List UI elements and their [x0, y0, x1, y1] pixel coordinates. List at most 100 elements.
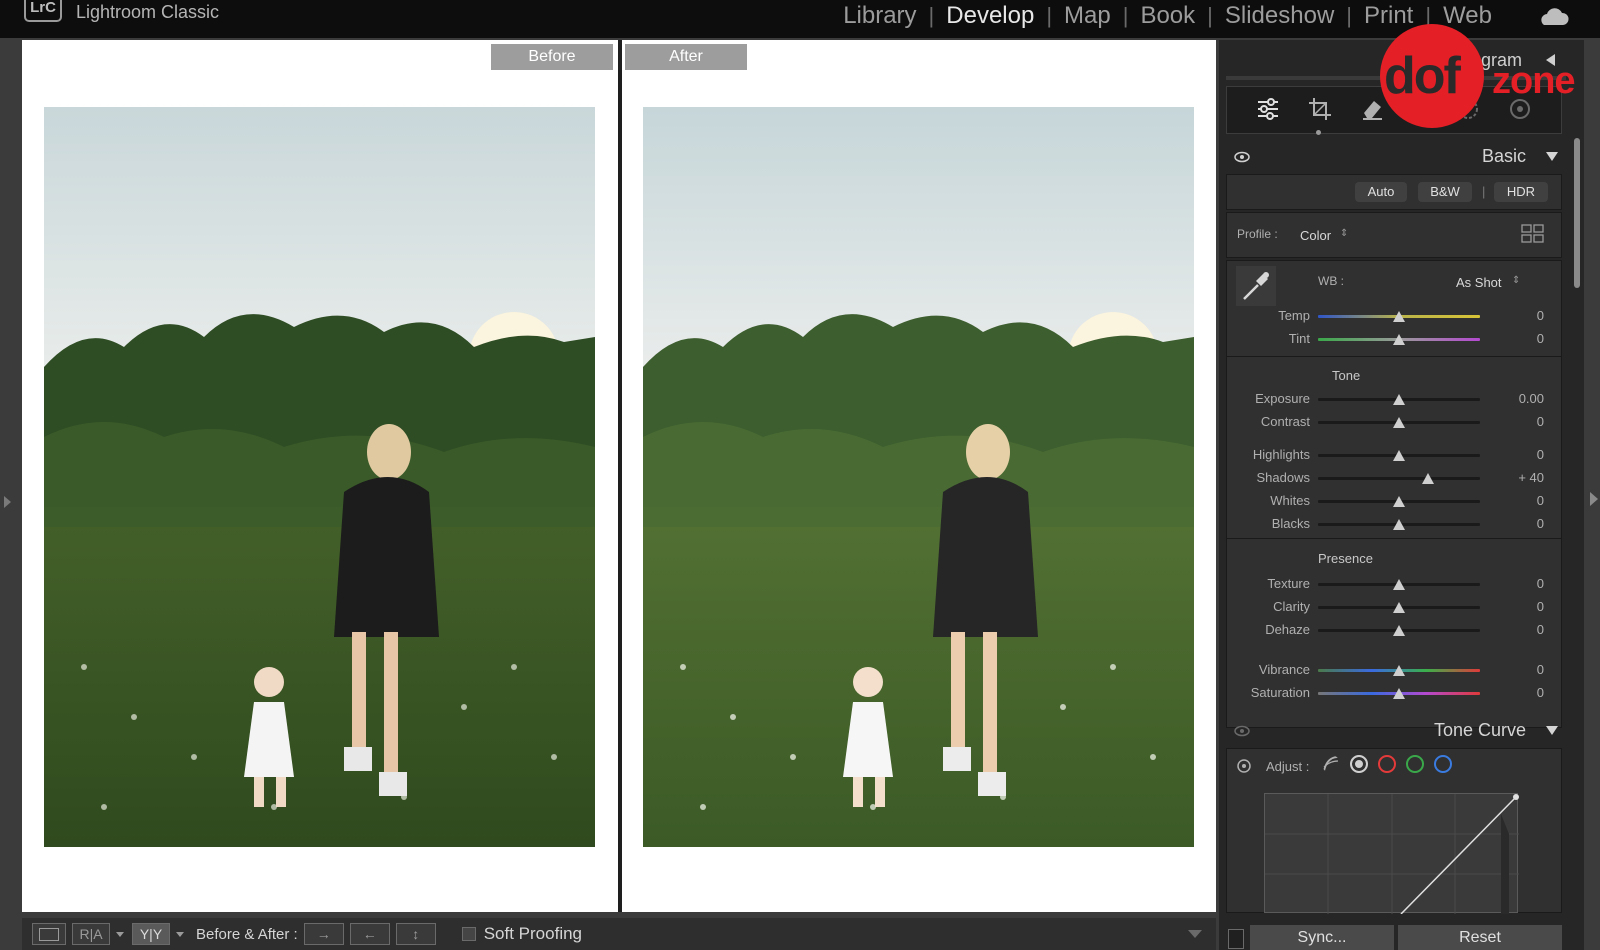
- texture-slider-thumb[interactable]: [1393, 579, 1405, 590]
- dehaze-label: Dehaze: [1265, 622, 1310, 637]
- treatment-separator: |: [1482, 184, 1486, 199]
- highlights-value[interactable]: 0: [1494, 447, 1544, 462]
- tint-value[interactable]: 0: [1494, 331, 1544, 346]
- wb-stepper-icon[interactable]: ⇕: [1512, 275, 1520, 286]
- panel-scrollbar[interactable]: [1574, 138, 1580, 288]
- reset-button[interactable]: Reset: [1398, 925, 1562, 950]
- profile-stepper-icon[interactable]: ⇕: [1340, 228, 1348, 239]
- temp-label: Temp: [1278, 308, 1310, 323]
- blacks-value[interactable]: 0: [1494, 516, 1544, 531]
- before-after-viewer: Before After: [22, 40, 1216, 912]
- red-channel-icon[interactable]: [1378, 755, 1396, 773]
- after-photo: [643, 107, 1194, 847]
- left-panel-toggle-icon[interactable]: [4, 496, 11, 508]
- green-channel-icon[interactable]: [1406, 755, 1424, 773]
- section-divider: [1226, 538, 1562, 539]
- tone-group-label: Tone: [1332, 368, 1361, 383]
- tone-curve-line: [1265, 794, 1519, 915]
- presence-group-label: Presence: [1318, 551, 1373, 566]
- wb-value[interactable]: As Shot: [1456, 275, 1502, 290]
- texture-value[interactable]: 0: [1494, 576, 1544, 591]
- eyedropper-icon[interactable]: [1236, 266, 1276, 306]
- auto-sync-toggle[interactable]: [1228, 929, 1244, 949]
- copy-after-to-before-button[interactable]: ←: [349, 923, 390, 945]
- before-after-left-right-button[interactable]: R|A: [72, 923, 110, 945]
- soft-proofing-label: Soft Proofing: [483, 924, 582, 943]
- vibrance-value[interactable]: 0: [1494, 662, 1544, 677]
- shadows-value[interactable]: + 40: [1494, 470, 1544, 485]
- contrast-label: Contrast: [1260, 414, 1310, 429]
- crop-icon[interactable]: [1307, 96, 1333, 122]
- module-map[interactable]: Map: [1064, 2, 1111, 30]
- module-separator: |: [928, 3, 935, 28]
- module-develop[interactable]: Develop: [946, 2, 1034, 30]
- profile-value[interactable]: Color: [1300, 228, 1331, 243]
- profile-browser-grid-icon[interactable]: [1521, 224, 1545, 244]
- before-after-label: Before & After :: [196, 925, 298, 943]
- top-bar: LrC Lightroom Classic Library | Develop …: [0, 0, 1600, 38]
- vibrance-slider-thumb[interactable]: [1393, 665, 1405, 676]
- contrast-slider-thumb[interactable]: [1393, 417, 1405, 428]
- saturation-slider-thumb[interactable]: [1393, 688, 1405, 699]
- auto-button[interactable]: Auto: [1355, 182, 1407, 202]
- eye-icon[interactable]: [1234, 150, 1250, 164]
- shadows-slider-track[interactable]: [1318, 477, 1480, 480]
- app-logo: LrC: [24, 0, 62, 22]
- tone-curve-collapse-caret-icon[interactable]: [1546, 726, 1558, 735]
- clarity-value[interactable]: 0: [1494, 599, 1544, 614]
- bw-button[interactable]: B&W: [1418, 182, 1472, 202]
- basic-section-header[interactable]: Basic: [1226, 142, 1566, 172]
- blue-channel-icon[interactable]: [1434, 755, 1452, 773]
- temp-slider-thumb[interactable]: [1393, 311, 1405, 322]
- swap-before-after-button[interactable]: ↕: [395, 923, 436, 945]
- edit-sliders-icon[interactable]: [1255, 96, 1281, 122]
- right-panel-toggle-icon[interactable]: [1590, 492, 1598, 506]
- contrast-value[interactable]: 0: [1494, 414, 1544, 429]
- basic-collapse-caret-icon[interactable]: [1546, 152, 1558, 161]
- dehaze-slider-thumb[interactable]: [1393, 625, 1405, 636]
- module-book[interactable]: Book: [1140, 2, 1195, 30]
- module-library[interactable]: Library: [843, 2, 916, 30]
- blacks-slider-thumb[interactable]: [1393, 519, 1405, 530]
- view-mode-dropdown-caret[interactable]: [116, 931, 124, 937]
- viewer-divider: [618, 40, 622, 912]
- exposure-slider-thumb[interactable]: [1393, 394, 1405, 405]
- wb-label: WB :: [1318, 274, 1344, 288]
- texture-label: Texture: [1267, 576, 1310, 591]
- before-photo: [44, 107, 595, 847]
- copy-before-to-after-button[interactable]: →: [303, 923, 344, 945]
- clarity-slider-thumb[interactable]: [1393, 602, 1405, 613]
- tone-curve-section-title: Tone Curve: [1433, 720, 1526, 740]
- shadows-slider-thumb[interactable]: [1422, 473, 1435, 484]
- temp-value[interactable]: 0: [1494, 308, 1544, 323]
- eye-icon[interactable]: [1234, 724, 1250, 738]
- app-name: Lightroom Classic: [76, 2, 220, 22]
- parametric-curve-icon[interactable]: [1322, 755, 1340, 773]
- sync-button[interactable]: Sync...: [1250, 925, 1394, 950]
- tone-curve-section-header[interactable]: Tone Curve: [1226, 716, 1566, 746]
- highlights-label: Highlights: [1252, 447, 1310, 462]
- dehaze-value[interactable]: 0: [1494, 622, 1544, 637]
- profile-label: Profile :: [1237, 227, 1278, 241]
- tone-curve-graph[interactable]: [1264, 793, 1519, 915]
- tint-slider-thumb[interactable]: [1393, 334, 1405, 345]
- split-mode-dropdown-caret[interactable]: [176, 931, 184, 937]
- hdr-button[interactable]: HDR: [1494, 182, 1548, 202]
- watermark-dof-text: dof: [1384, 47, 1461, 105]
- module-slideshow[interactable]: Slideshow: [1225, 2, 1334, 30]
- exposure-value[interactable]: 0.00: [1494, 391, 1544, 406]
- point-curve-white-icon[interactable]: [1350, 755, 1368, 773]
- vibrance-label: Vibrance: [1258, 662, 1310, 677]
- saturation-value[interactable]: 0: [1494, 685, 1544, 700]
- exposure-label: Exposure: [1255, 391, 1310, 406]
- whites-value[interactable]: 0: [1494, 493, 1544, 508]
- whites-slider-thumb[interactable]: [1393, 496, 1405, 507]
- soft-proofing-checkbox[interactable]: [461, 927, 476, 941]
- blacks-label: Blacks: [1271, 516, 1310, 531]
- loupe-view-button[interactable]: [32, 923, 66, 945]
- before-after-split-button[interactable]: Y|Y: [132, 923, 170, 945]
- adjust-label: Adjust :: [1266, 759, 1310, 774]
- highlights-slider-thumb[interactable]: [1393, 450, 1405, 461]
- target-adjust-icon[interactable]: [1236, 758, 1252, 774]
- toolbar-options-caret-icon[interactable]: [1188, 930, 1202, 938]
